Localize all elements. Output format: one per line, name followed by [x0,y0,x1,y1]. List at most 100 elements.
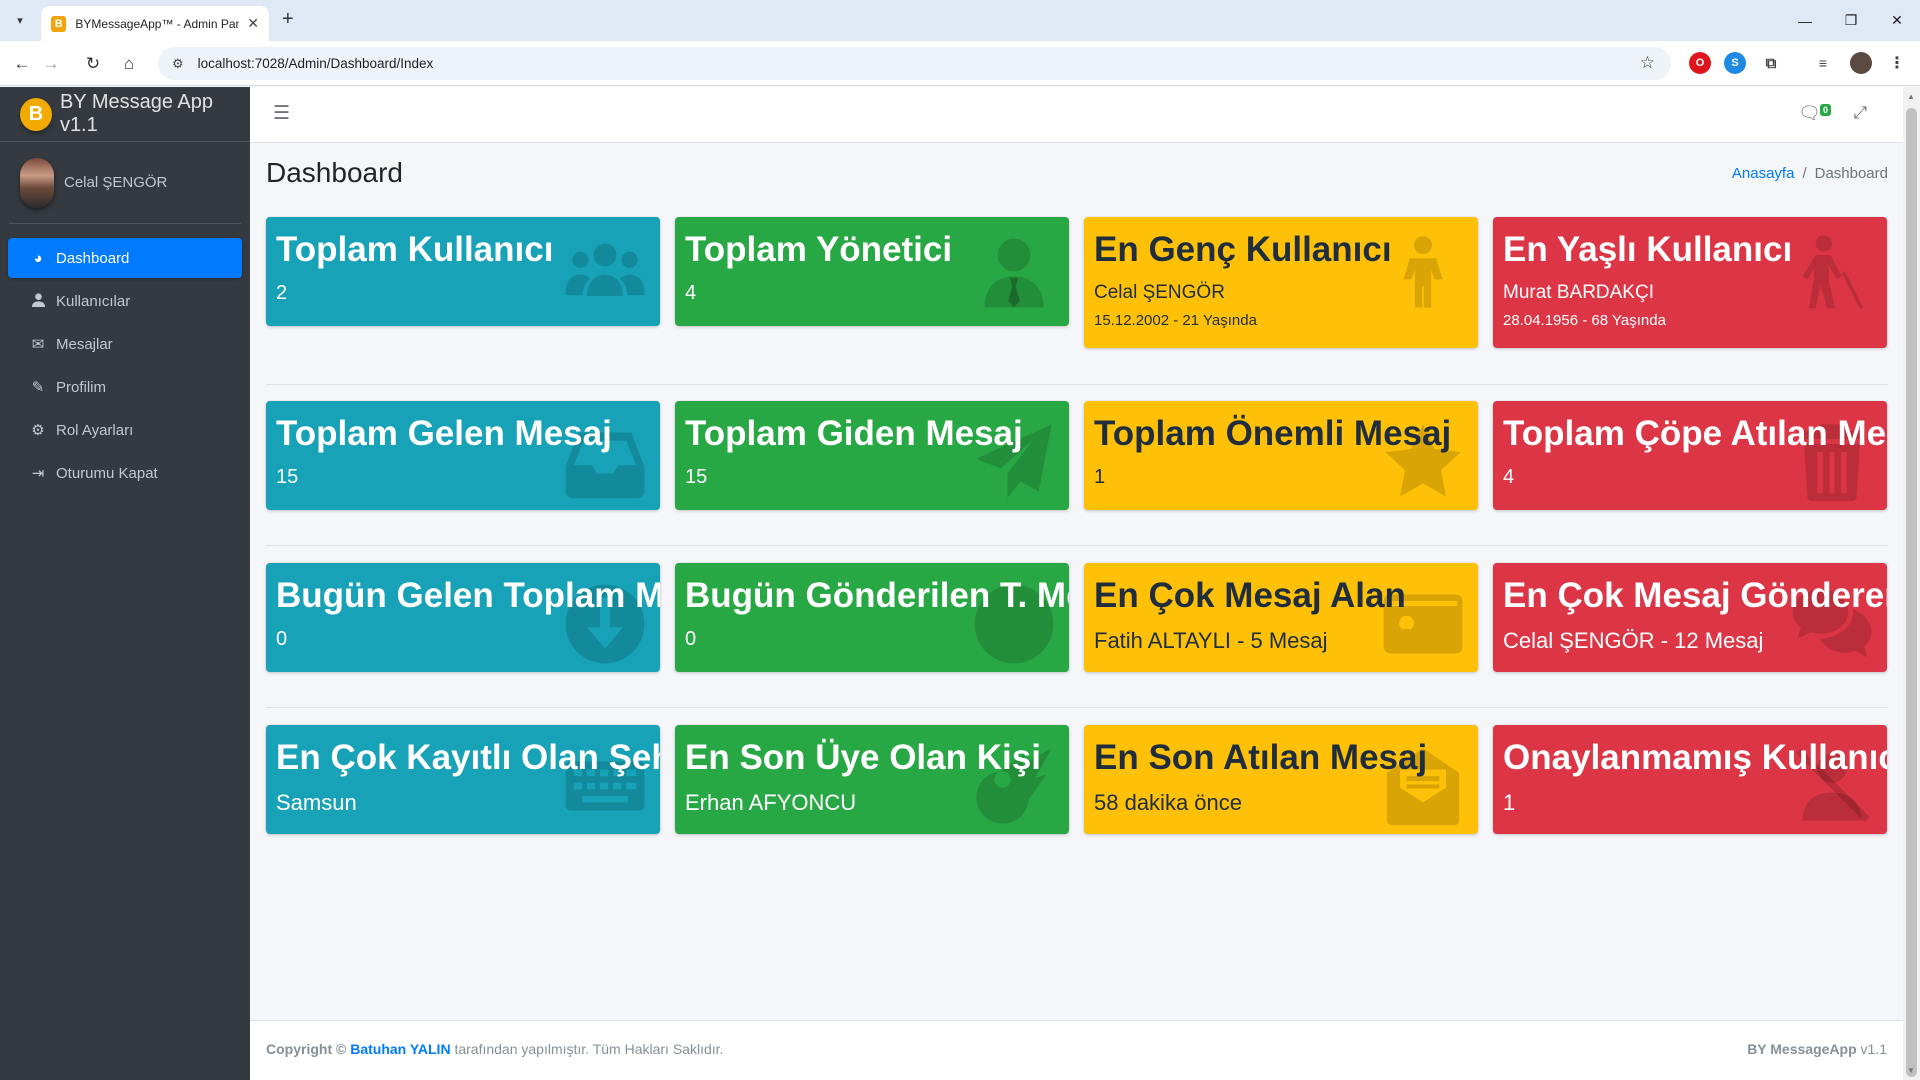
address-bar[interactable]: ⚙ localhost:7028/Admin/Dashboard/Index ☆ [158,47,1671,80]
reload-icon[interactable]: ↻ [80,51,106,77]
card-top-city: En Çok Kayıtlı Olan Şehir Samsun [266,725,660,834]
new-tab-icon[interactable]: + [282,8,294,31]
opera-extension-icon[interactable]: O [1689,52,1711,74]
page-scrollbar[interactable]: ▲ ▼ [1903,87,1920,1080]
sidebar-item-label: Kullanıcılar [56,292,131,310]
sidebar-item-users[interactable]: Kullanıcılar [8,281,242,321]
footer-version: BY MessageApp v1.1 [1747,1041,1887,1057]
sidebar-item-logout[interactable]: ⇥ Oturumu Kapat [8,453,242,493]
card-user-name: Celal ŞENGÖR [1094,281,1225,303]
card-total-important: Toplam Önemli Mesaj 1 [1084,401,1478,510]
card-value: Celal ŞENGÖR - 12 Mesaj [1503,627,1764,653]
content-header: Dashboard Anasayfa / Dashboard [266,157,1888,197]
user-name[interactable]: Celal ŞENGÖR [64,174,167,191]
user-avatar [20,157,54,208]
card-oldest-user: En Yaşlı Kullanıcı Murat BARDAKÇI 28.04.… [1493,217,1887,348]
card-title: En Yaşlı Kullanıcı [1503,230,1793,269]
stats-row-users: Toplam Kullanıcı 2 Toplam Yönetici 4 En … [266,217,1888,348]
window-controls: — ❐ ✕ [1782,0,1920,41]
sidebar-item-profile[interactable]: ✎ Profilim [8,367,242,407]
section-divider [266,545,1888,546]
sidebar-toggle-icon[interactable]: ☰ [273,102,290,125]
stats-row-today: Bugün Gelen Toplam Mesaj 0 Bugün Gönderi… [266,563,1888,672]
site-info-icon[interactable]: ⚙ [172,56,184,72]
footer-version-number: v1.1 [1860,1041,1887,1057]
scroll-up-icon[interactable]: ▲ [1907,92,1915,101]
card-title: En Son Atılan Mesaj [1094,738,1428,777]
card-title: Onaylanmamış Kullanıcı [1503,738,1887,777]
card-value: 1 [1094,465,1106,488]
card-total-outgoing: Toplam Giden Mesaj 15 [675,401,1069,510]
brand-text: BY Message App v1.1 [59,91,214,136]
palette-icon: ◕ [33,249,43,267]
card-detail: 15.12.2002 - 21 Yaşında [1094,311,1257,329]
page-title: Dashboard [266,157,403,188]
card-total-admins: Toplam Yönetici 4 [675,217,1069,326]
card-title: Toplam Giden Mesaj [685,414,1023,453]
card-title: Toplam Önemli Mesaj [1094,414,1452,453]
sidebar-item-label: Dashboard [56,249,130,267]
sidebar-item-role-settings[interactable]: ⚙ Rol Ayarları [8,410,242,450]
card-title: Toplam Gelen Mesaj [276,414,612,453]
breadcrumb-separator: / [1802,165,1807,182]
card-last-message: En Son Atılan Mesaj 58 dakika önce [1084,725,1478,834]
card-total-users: Toplam Kullanıcı 2 [266,217,660,326]
scroll-down-icon[interactable]: ▼ [1907,1066,1915,1075]
brand-link[interactable]: B BY Message App v1.1 [0,87,250,142]
back-icon[interactable]: ← [9,51,35,77]
footer: Copyright © Batuhan YALIN tarafından yap… [250,1020,1903,1080]
scroll-thumb[interactable] [1906,108,1917,1077]
breadcrumb-home[interactable]: Anasayfa [1732,165,1795,182]
envelope-icon: ✉ [31,336,45,353]
breadcrumb: Anasayfa / Dashboard [1732,165,1888,182]
sidebar-item-messages[interactable]: ✉ Mesajlar [8,324,242,364]
media-control-icon[interactable]: ≡ [1812,52,1834,74]
browser-toolbar: ← → ↻ ⌂ ⚙ localhost:7028/Admin/Dashboard… [0,41,1920,86]
restore-icon[interactable]: ❐ [1828,0,1874,41]
user-pen-icon: ✎ [31,379,45,396]
card-value: 58 dakika önce [1094,789,1242,815]
url-text[interactable]: localhost:7028/Admin/Dashboard/Index [198,56,434,71]
sidebar-nav: ◕ Dashboard Kullanıcılar ✉ Mesajlar ✎ Pr… [0,224,250,493]
card-today-incoming: Bugün Gelen Toplam Mesaj 0 [266,563,660,672]
card-value: 15 [685,465,708,488]
sidebar-item-label: Profilim [56,378,107,396]
card-title: Bugün Gönderilen T. Mesaj [685,576,1069,615]
user-panel: Celal ŞENGÖR [9,142,241,224]
tab-search-icon[interactable]: ▾ [8,8,32,32]
home-icon[interactable]: ⌂ [116,51,142,77]
sidebar-item-dashboard[interactable]: ◕ Dashboard [8,238,242,278]
forward-icon[interactable]: → [38,51,64,77]
minimize-icon[interactable]: — [1782,0,1828,41]
fullscreen-icon[interactable]: ⤢ [1853,103,1867,123]
browser-tab[interactable]: B BYMessageApp™ - Admin Panel ✕ [41,6,269,41]
sync-extension-icon[interactable]: S [1724,52,1746,74]
card-value: Fatih ALTAYLI - 5 Mesaj [1094,627,1328,653]
card-title: En Son Üye Olan Kişi [685,738,1041,777]
tab-title: BYMessageApp™ - Admin Panel [75,16,240,31]
browser-tabstrip: ▾ B BYMessageApp™ - Admin Panel ✕ + — ❐ … [0,0,1920,41]
bookmark-star-icon[interactable]: ☆ [1640,53,1655,73]
card-total-trashed: Toplam Çöpe Atılan Mesaj 4 [1493,401,1887,510]
card-unapproved-users: Onaylanmamış Kullanıcı 1 [1493,725,1887,834]
card-value: 0 [276,627,288,650]
card-value: 2 [276,281,288,304]
footer-copyright: Copyright © [266,1041,347,1057]
card-most-sent: En Çok Mesaj Gönderen Celal ŞENGÖR - 12 … [1493,563,1887,672]
profile-avatar-icon[interactable] [1850,52,1872,74]
extensions-icon[interactable]: ⧉ [1760,52,1782,74]
footer-author-link[interactable]: Batuhan YALIN [350,1041,450,1057]
card-most-received: En Çok Mesaj Alan Fatih ALTAYLI - 5 Mesa… [1084,563,1478,672]
tab-close-icon[interactable]: ✕ [247,15,259,32]
card-title: Toplam Çöpe Atılan Mesaj [1503,414,1887,453]
card-value: Erhan AFYONCU [685,789,857,815]
card-title: En Çok Kayıtlı Olan Şehir [276,738,660,777]
user-icon [28,292,48,311]
messages-badge: 0 [1819,104,1831,116]
close-window-icon[interactable]: ✕ [1874,0,1920,41]
breadcrumb-current: Dashboard [1814,165,1888,182]
gears-icon: ⚙ [31,422,45,439]
messages-dropdown-icon[interactable]: 🗨 [1798,103,1821,124]
menu-kebab-icon[interactable]: ⋮ [1886,52,1908,74]
section-divider [266,707,1888,708]
